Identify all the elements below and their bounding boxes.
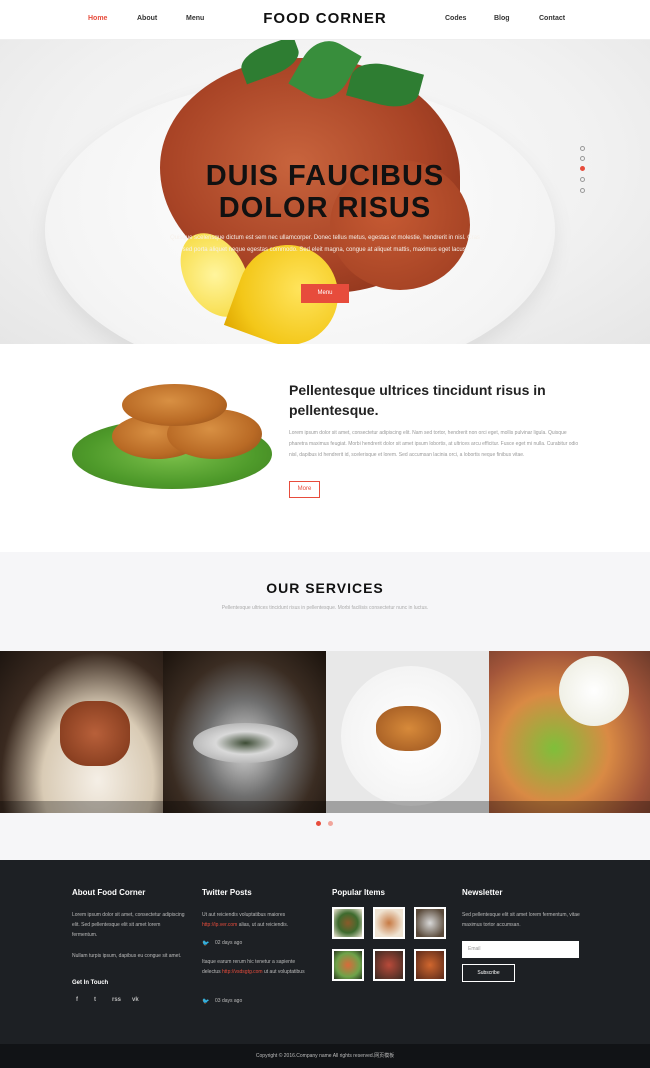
services-dot-1[interactable]	[316, 821, 321, 826]
services-subtitle: Pellentesque ultrices tincidunt risus in…	[221, 605, 429, 611]
popular-item-thumb[interactable]	[414, 949, 446, 981]
salmon-dish	[376, 706, 441, 751]
tweet-1-text: Ut aut reiciendis voluptatibus maiores	[202, 912, 286, 918]
popular-item-thumb[interactable]	[332, 949, 364, 981]
slider-dot-1[interactable]	[580, 146, 585, 151]
slider-dot-2[interactable]	[580, 156, 585, 161]
popular-item-thumb[interactable]	[414, 907, 446, 939]
hero-text: Quisque scelerisque dictum est sem nec u…	[170, 235, 480, 253]
nav-blog[interactable]: Blog	[494, 15, 510, 22]
footer-about-title: About Food Corner	[72, 888, 146, 897]
about-title: Pellentesque ultrices tincidunt risus in…	[289, 382, 546, 418]
footer-about-text2: Nullam turpis ipsum, dapibus eu congue s…	[72, 953, 182, 959]
photo-overlay	[163, 801, 326, 813]
twitter-bird-icon: 🐦	[202, 941, 210, 947]
sauce-pour	[559, 656, 629, 726]
service-photo-salmon[interactable]	[326, 651, 489, 813]
slider-dot-3[interactable]	[580, 166, 585, 171]
footer-twitter-title: Twitter Posts	[202, 888, 252, 897]
footer-about-text: Lorem ipsum dolor sit amet, consectetur …	[72, 912, 185, 938]
service-photo-steak[interactable]	[489, 651, 650, 813]
hero-menu-button[interactable]: Menu	[301, 284, 349, 303]
nav-contact[interactable]: Contact	[539, 15, 565, 22]
photo-overlay	[326, 801, 489, 813]
photo-overlay	[489, 801, 650, 813]
tweet-2-link[interactable]: http://vsdsgtg.com	[222, 969, 263, 975]
popular-item-thumb[interactable]	[373, 907, 405, 939]
service-photo-restaurant[interactable]	[163, 651, 326, 813]
tweet-1-link[interactable]: http://ip.ver.com	[202, 922, 237, 928]
hero-title: DUIS FAUCIBUS DOLOR RISUS	[0, 160, 650, 224]
schnitzel-image	[72, 384, 272, 494]
footer-newsletter-title: Newsletter	[462, 888, 503, 897]
popular-item-thumb[interactable]	[373, 949, 405, 981]
get-in-touch: Get In Touch	[72, 980, 109, 986]
hero-title-line2: DOLOR RISUS	[218, 192, 432, 224]
email-field[interactable]: Email	[462, 941, 579, 958]
about-section: Pellentesque ultrices tincidunt risus in…	[0, 344, 650, 552]
photo-overlay	[0, 801, 163, 813]
services-dot-2[interactable]	[328, 821, 333, 826]
tweet-1-time: 02 days ago	[215, 940, 243, 946]
hero-title-line1: DUIS FAUCIBUS	[205, 160, 445, 192]
twitter-bird-icon: 🐦	[202, 999, 210, 1005]
services-title: OUR SERVICES	[266, 580, 384, 596]
subscribe-button[interactable]: Subscribe	[462, 964, 515, 982]
tweet-1-text-end: alias, ut aut reiciendis.	[238, 922, 289, 928]
hero-slider: DUIS FAUCIBUS DOLOR RISUS Quisque sceler…	[0, 40, 650, 344]
more-button[interactable]: More	[289, 481, 320, 498]
rss-icon[interactable]: rss	[112, 997, 121, 1003]
patty-image	[122, 384, 227, 426]
popular-item-thumb[interactable]	[332, 907, 364, 939]
slider-dot-4[interactable]	[580, 177, 585, 182]
tweet-2-text-end: ut aut voluptatibus	[263, 969, 305, 975]
services-section: OUR SERVICES Pellentesque ultrices tinci…	[0, 552, 650, 860]
tweet-2: Itaque earum rerum hic tenetur a sapient…	[202, 957, 314, 977]
nav-codes[interactable]: Codes	[445, 15, 466, 22]
site-header: Home About Menu FOOD CORNER Codes Blog C…	[0, 0, 650, 40]
lamb-dish	[60, 701, 130, 766]
service-photo-lamb[interactable]	[0, 651, 163, 813]
vk-icon[interactable]: vk	[132, 997, 139, 1003]
tweet-1: Ut aut reiciendis voluptatibus maiores h…	[202, 910, 314, 930]
newsletter-text: Sed pellentesque elit sit amet lorem fer…	[462, 912, 580, 928]
slider-dot-5[interactable]	[580, 188, 585, 193]
tweet-2-time: 03 days ago	[215, 998, 243, 1004]
restaurant-plate	[193, 723, 298, 763]
footer-popular-title: Popular Items	[332, 888, 385, 897]
twitter-icon[interactable]: t	[94, 997, 96, 1003]
copyright: Copyright © 2016.Company name All rights…	[0, 1044, 650, 1068]
about-text: Lorem ipsum dolor sit amet, consectetur …	[289, 430, 579, 458]
facebook-icon[interactable]: f	[76, 997, 78, 1003]
